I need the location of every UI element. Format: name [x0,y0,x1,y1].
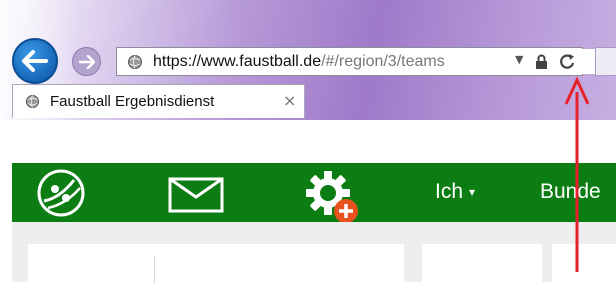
chevron-down-icon: ▾ [469,185,476,200]
dropdown-arrow-icon[interactable]: ▼ [515,53,523,66]
refresh-icon[interactable] [559,53,576,71]
address-bar[interactable]: https://www.faustball.de/#/region/3/team… [116,47,612,76]
nav-ich-label: Ich [435,180,464,203]
back-arrow-icon [22,50,48,72]
nav-menu-bunde[interactable]: Bunde [540,180,601,204]
site-globe-icon [128,55,142,69]
back-button[interactable] [12,38,58,84]
content-panel [552,244,616,284]
url-text[interactable]: https://www.faustball.de/#/region/3/team… [153,53,445,71]
site-navbar: Ich ▾ Bunde [12,163,616,223]
content-panel [422,244,542,284]
forward-arrow-icon [78,54,95,69]
search-box-edge[interactable] [595,47,616,76]
page-content [12,222,616,284]
lock-icon[interactable] [535,54,548,70]
panel-divider [154,256,155,284]
url-host: https://www.faustball.de [153,53,322,70]
browser-chrome: https://www.faustball.de/#/region/3/team… [0,0,616,120]
tab-active[interactable]: Faustball Ergebnisdienst × [12,84,305,118]
gear-add-icon[interactable] [304,169,364,227]
close-icon[interactable]: × [283,91,296,110]
faustball-icon[interactable] [36,168,86,218]
tab-title: Faustball Ergebnisdienst [50,93,215,110]
tab-globe-icon [25,94,40,109]
envelope-icon[interactable] [168,177,224,213]
nav-menu-ich[interactable]: Ich ▾ [435,180,475,204]
forward-button[interactable] [72,47,101,76]
content-panel [28,244,404,284]
url-path: /#/region/3/teams [321,53,445,70]
